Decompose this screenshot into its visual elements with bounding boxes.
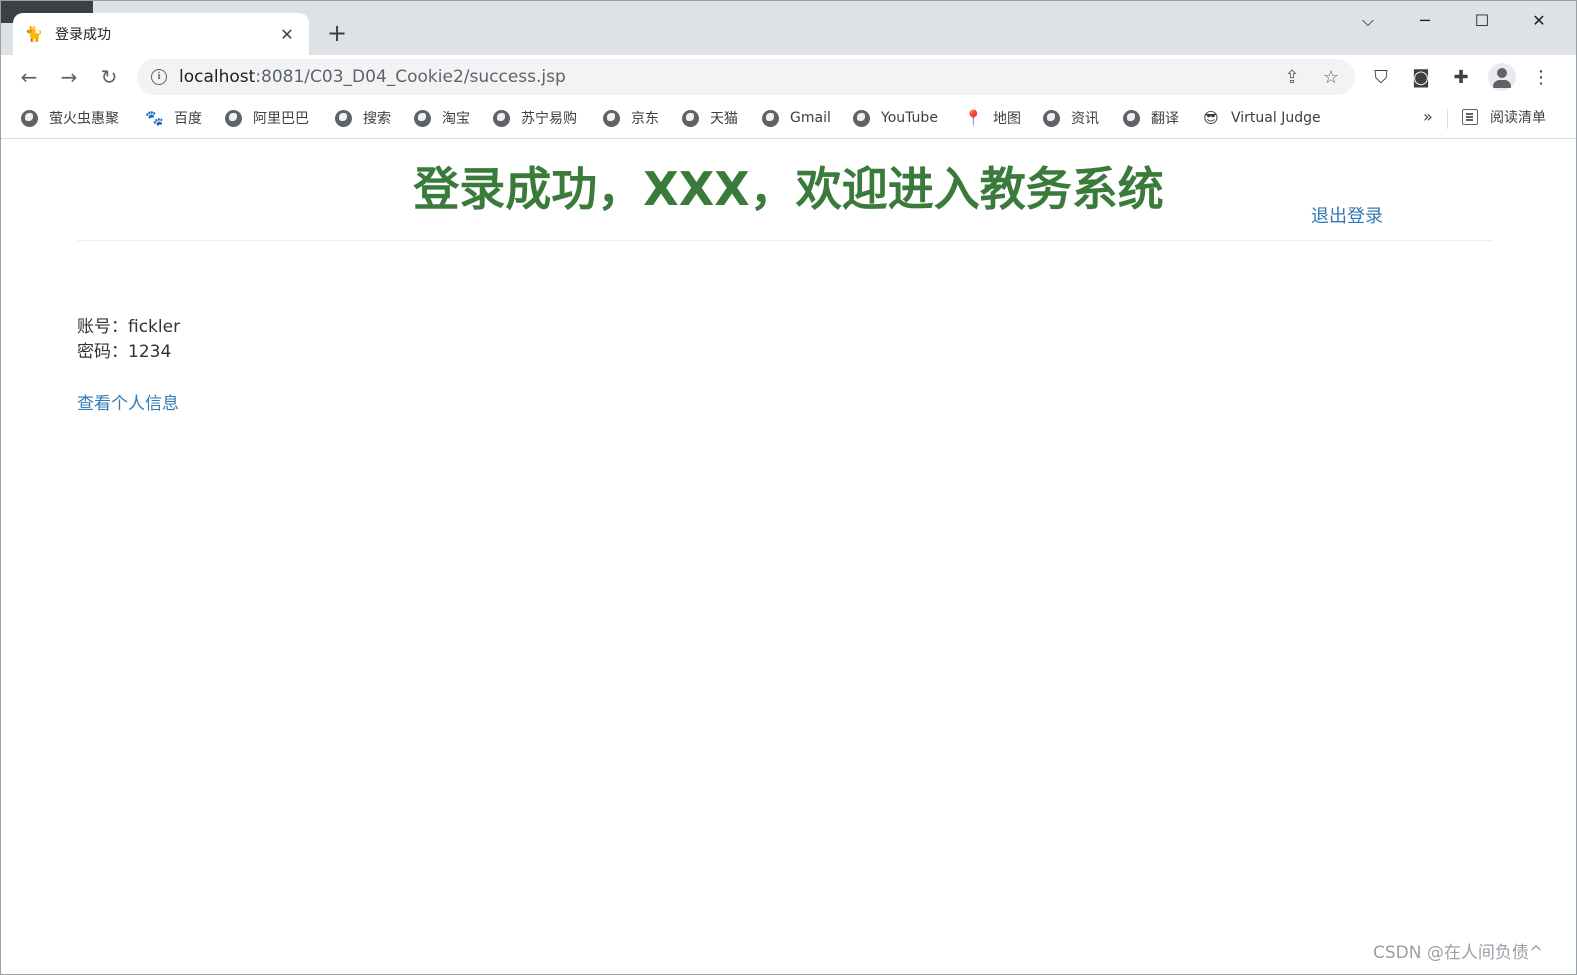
url-host: localhost <box>179 67 256 87</box>
bookmark-item[interactable]: 苏宁易购 <box>493 107 577 129</box>
bookmark-label: 地图 <box>993 111 1021 127</box>
password-info: 密码：1234 <box>77 342 172 362</box>
site-info-icon[interactable]: i <box>151 69 167 85</box>
account-info: 账号：fickler <box>77 317 181 337</box>
bookmark-label: Virtual Judge <box>1231 110 1321 126</box>
bookmark-label: 苏宁易购 <box>521 111 577 127</box>
globe-icon <box>21 109 38 127</box>
globe-icon <box>493 109 510 127</box>
browser-window: 🐈 登录成功 ✕ + ⌵ ─ ☐ ✕ ← → ↻ i localhost:808… <box>0 0 1577 975</box>
bookmark-label: 京东 <box>631 111 659 127</box>
address-bar[interactable]: i localhost:8081/C03_D04_Cookie2/success… <box>137 59 1355 95</box>
bookmark-label: 天猫 <box>710 111 738 127</box>
bookmark-label: 萤火虫惠聚 <box>49 111 119 127</box>
reload-button[interactable]: ↻ <box>93 61 125 93</box>
logout-link[interactable]: 退出登录 <box>1311 202 1383 228</box>
globe-icon <box>682 109 699 127</box>
bookmark-star-icon[interactable]: ☆ <box>1320 67 1342 89</box>
new-tab-button[interactable]: + <box>323 19 351 47</box>
reading-list-button[interactable]: 阅读清单 <box>1462 107 1546 127</box>
profile-avatar-icon[interactable] <box>1488 63 1516 91</box>
globe-icon <box>853 109 870 127</box>
bookmark-item[interactable]: 😎 Virtual Judge <box>1202 107 1321 129</box>
bookmark-label: 资讯 <box>1071 111 1099 127</box>
tab-title: 登录成功 <box>55 27 111 43</box>
bookmark-label: 淘宝 <box>442 111 470 127</box>
bookmark-item[interactable]: 资讯 <box>1043 107 1099 129</box>
globe-icon <box>603 109 620 127</box>
bookmark-label: YouTube <box>881 110 938 126</box>
minimize-button[interactable]: ─ <box>1405 9 1445 33</box>
globe-icon <box>1123 109 1140 127</box>
url-path: :8081/C03_D04_Cookie2/success.jsp <box>255 67 566 87</box>
tab-search-icon[interactable]: ⌵ <box>1348 9 1388 33</box>
globe-icon <box>762 109 779 127</box>
bookmark-label: 阿里巴巴 <box>253 111 309 127</box>
maps-icon: 📍 <box>964 109 983 127</box>
menu-kebab-icon[interactable]: ⋮ <box>1529 66 1553 90</box>
title-bar: 🐈 登录成功 ✕ + ⌵ ─ ☐ ✕ <box>1 1 1576 55</box>
page-content: 登录成功，XXX，欢迎进入教务系统 退出登录 账号：fickler 密码：123… <box>1 140 1576 974</box>
share-icon[interactable]: ⇪ <box>1281 67 1303 89</box>
bookmark-item[interactable]: Gmail <box>762 107 831 129</box>
bookmarks-bar: 萤火虫惠聚 🐾 百度 阿里巴巴 搜索 淘宝 苏宁易购 京东 天猫 Gmail Yo… <box>1 99 1576 139</box>
bookmark-item[interactable]: 天猫 <box>682 107 738 129</box>
bookmark-item[interactable]: 京东 <box>603 107 659 129</box>
bookmark-label: 百度 <box>174 111 202 127</box>
globe-icon <box>414 109 431 127</box>
tab-active[interactable]: 🐈 登录成功 ✕ <box>13 13 309 55</box>
maximize-button[interactable]: ☐ <box>1462 9 1502 33</box>
bookmark-item[interactable]: 萤火虫惠聚 <box>21 107 119 129</box>
tomcat-icon: 🐈 <box>24 25 44 43</box>
bookmark-item[interactable]: 🐾 百度 <box>145 107 202 129</box>
extensions-puzzle-icon[interactable]: ✚ <box>1449 66 1473 90</box>
tampermonkey-extension-icon[interactable]: ◙ <box>1409 66 1433 90</box>
watermark: CSDN @在人间负债^ <box>1373 943 1544 963</box>
toolbar: ← → ↻ i localhost:8081/C03_D04_Cookie2/s… <box>1 55 1576 99</box>
reading-list-icon <box>1462 109 1478 125</box>
bookmark-label: 搜索 <box>363 111 391 127</box>
bookmark-label: Gmail <box>790 110 831 126</box>
globe-icon <box>1043 109 1060 127</box>
reading-list-label: 阅读清单 <box>1490 110 1546 126</box>
forward-button[interactable]: → <box>53 61 85 93</box>
divider <box>77 240 1493 241</box>
close-window-button[interactable]: ✕ <box>1519 9 1559 33</box>
url-text[interactable]: localhost:8081/C03_D04_Cookie2/success.j… <box>179 67 566 87</box>
view-profile-link[interactable]: 查看个人信息 <box>77 389 179 414</box>
bookmarks-divider <box>1447 109 1448 129</box>
back-button[interactable]: ← <box>13 61 45 93</box>
bookmark-item[interactable]: 搜索 <box>335 107 391 129</box>
bookmark-label: 翻译 <box>1151 111 1179 127</box>
globe-icon <box>225 109 242 127</box>
bookmark-item[interactable]: YouTube <box>853 107 938 129</box>
bookmark-item[interactable]: 淘宝 <box>414 107 470 129</box>
bookmark-item[interactable]: 阿里巴巴 <box>225 107 309 129</box>
bookmarks-overflow-button[interactable]: » <box>1423 107 1433 126</box>
vjudge-icon: 😎 <box>1203 109 1219 127</box>
globe-icon <box>335 109 352 127</box>
shield-extension-icon[interactable]: ⛉ <box>1369 66 1393 90</box>
bookmark-item[interactable]: 📍 地图 <box>964 107 1021 129</box>
baidu-icon: 🐾 <box>145 109 164 127</box>
tab-close-icon[interactable]: ✕ <box>277 25 297 44</box>
bookmark-item[interactable]: 翻译 <box>1123 107 1179 129</box>
